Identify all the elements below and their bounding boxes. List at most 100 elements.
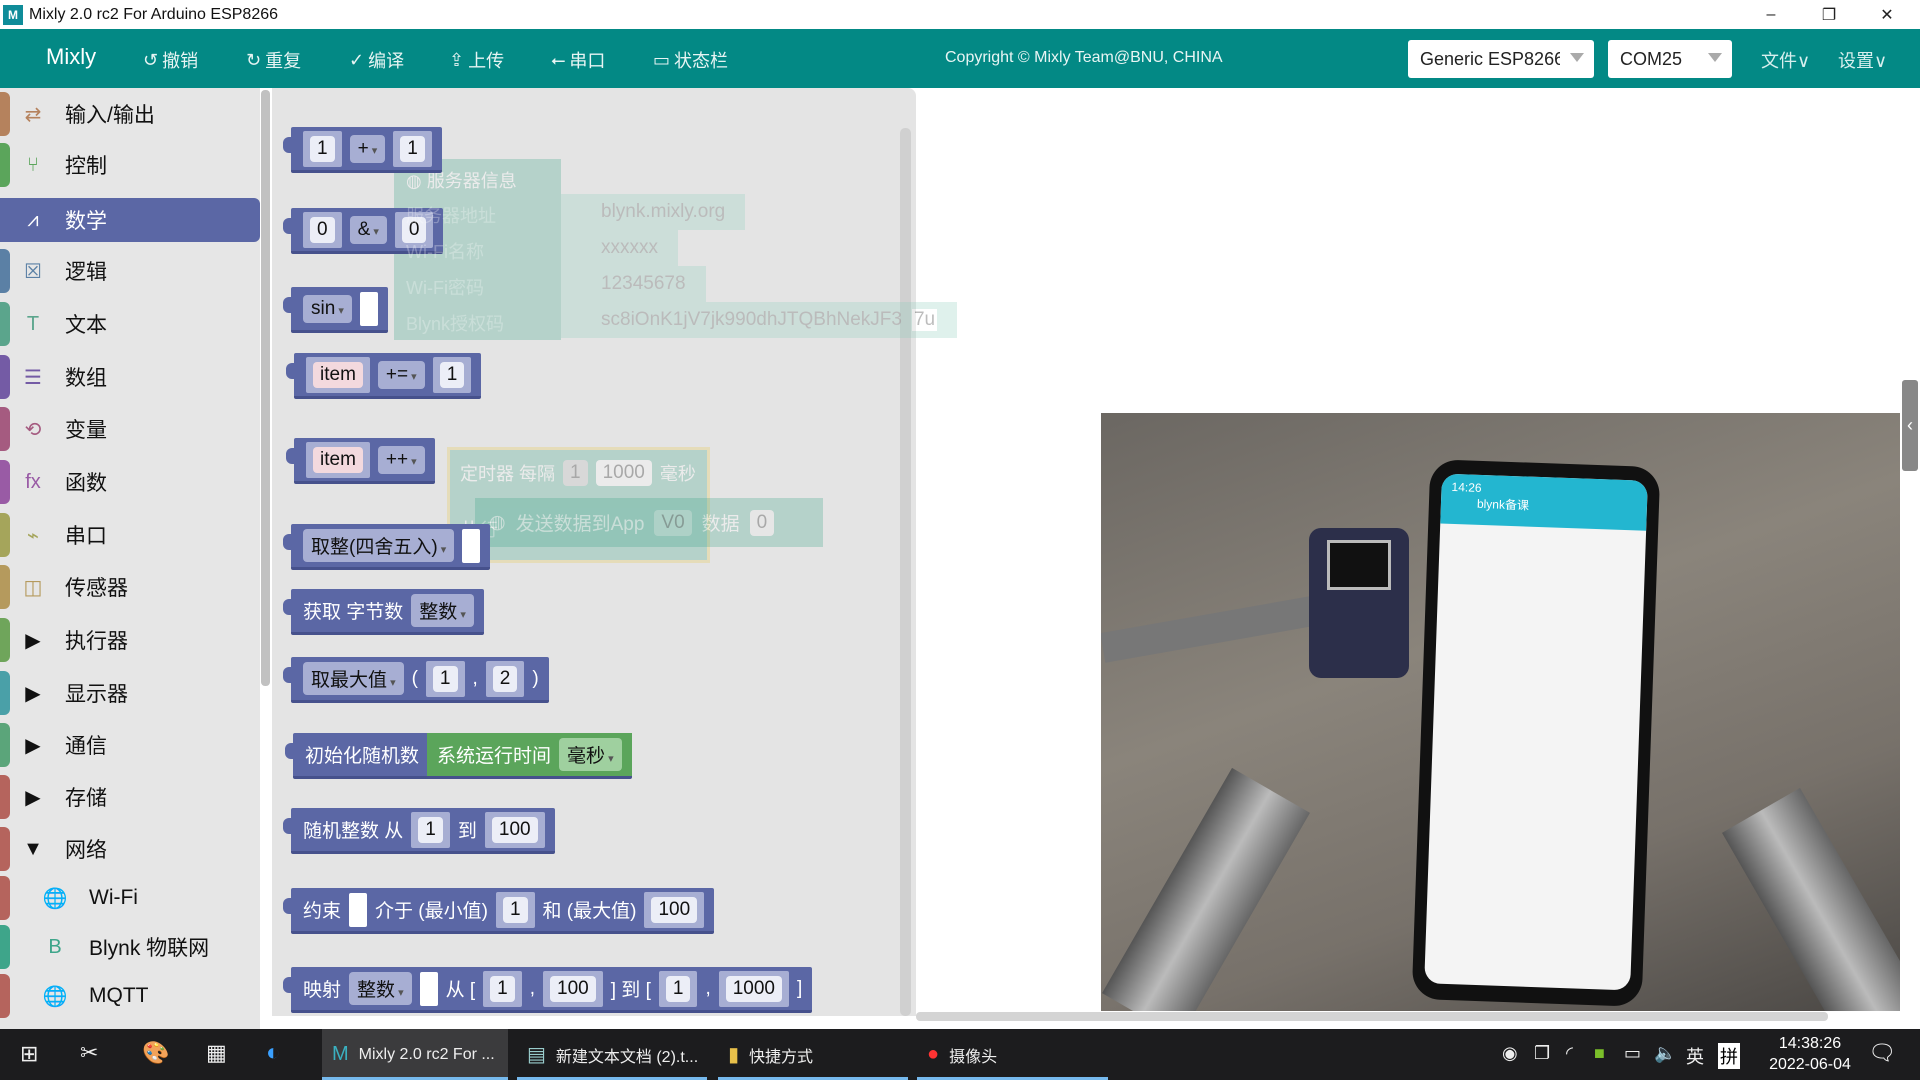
flyout-scrollbar[interactable] — [900, 128, 911, 1016]
block-dropdown[interactable]: + — [349, 134, 386, 163]
block-dropdown[interactable]: 整数 — [349, 972, 412, 1005]
port-select[interactable]: COM25 — [1608, 40, 1732, 78]
ime-mode[interactable]: 拼 — [1718, 1043, 1740, 1069]
sidebar-item[interactable]: B Blynk 物联网 — [0, 925, 260, 969]
settings-menu[interactable]: 设置∨ — [1838, 47, 1887, 73]
sidebar-item[interactable]: ▶ 存储 — [0, 775, 260, 819]
browser-icon[interactable]: ◐ — [266, 1039, 281, 1067]
sidebar-item[interactable]: ▶ 执行器 — [0, 618, 260, 662]
notification-icon[interactable]: 🗨 — [1868, 1040, 1896, 1066]
minimize-button[interactable]: – — [1742, 0, 1800, 29]
wifi-icon[interactable]: ◜ — [1566, 1043, 1573, 1064]
number-field[interactable]: 100 — [651, 896, 698, 923]
sidebar-item[interactable]: fx 函数 — [0, 460, 260, 504]
number-field[interactable]: 1 — [490, 975, 515, 1002]
math-block[interactable]: item ++ — [286, 438, 435, 484]
windows-start-icon[interactable]: ⊞ — [20, 1041, 38, 1067]
sidebar-item[interactable]: 🌐 Wi-Fi — [0, 876, 260, 920]
volume-icon[interactable]: 🔈 — [1654, 1043, 1676, 1064]
taskbar-item[interactable]: ▤ 新建文本文档 (2).t... — [517, 1029, 707, 1080]
number-field[interactable]: 1000 — [725, 975, 782, 1002]
undo-button[interactable]: ↺ 撤销 — [143, 47, 198, 73]
workspace-horizontal-scrollbar[interactable] — [916, 1012, 1828, 1021]
brand[interactable]: Mixly — [46, 44, 96, 70]
board-select[interactable]: Generic ESP8266 — [1408, 40, 1594, 78]
number-field[interactable]: 1 — [665, 975, 691, 1002]
sidebar-item[interactable]: ◫ 传感器 — [0, 565, 260, 609]
block-dropdown[interactable]: 取整(四舍五入) — [303, 529, 455, 562]
sidebar-item[interactable]: ☰ 数组 — [0, 355, 260, 399]
math-block[interactable]: 取最大值 (1, 2) — [283, 657, 549, 703]
block-empty-socket[interactable] — [462, 528, 481, 563]
redo-button[interactable]: ↻ 重复 — [246, 47, 301, 73]
block-dropdown[interactable]: ++ — [377, 445, 425, 474]
number-field[interactable]: 100 — [491, 816, 538, 843]
sidebar-item[interactable]: ⩘ 数学 — [0, 198, 260, 242]
math-block[interactable]: 约束 介于 (最小值) 1 和 (最大值) 100 — [282, 888, 715, 934]
block-dropdown[interactable]: & — [349, 215, 387, 244]
sidebar-scrollbar[interactable] — [261, 90, 270, 686]
taskbar-item[interactable]: M Mixly 2.0 rc2 For ... — [322, 1029, 508, 1080]
system-time-block[interactable]: 系统运行时间 毫秒 — [427, 733, 632, 776]
sidebar-item[interactable]: 🌐 MQTT — [0, 974, 260, 1018]
block-dropdown[interactable]: 取最大值 — [303, 662, 404, 695]
number-field[interactable]: 0 — [310, 216, 335, 243]
sidebar-item[interactable]: T 文本 — [0, 302, 260, 346]
number-field[interactable]: 1 — [418, 816, 443, 843]
sidebar-item[interactable]: ▼ 网络 — [0, 827, 260, 871]
paint-icon[interactable]: 🎨 — [142, 1040, 169, 1066]
sidebar-item[interactable]: ☒ 逻辑 — [0, 249, 260, 293]
math-block[interactable]: sin — [283, 287, 388, 333]
collapse-panel-handle[interactable]: ‹ — [1902, 380, 1918, 471]
math-block[interactable]: 1 +1 — [283, 127, 442, 173]
clock[interactable]: 14:38:26 2022-06-04 — [1760, 1033, 1860, 1075]
block-empty-socket[interactable] — [359, 291, 378, 326]
file-menu[interactable]: 文件∨ — [1761, 47, 1810, 73]
battery-icon[interactable]: ▭ — [1624, 1043, 1641, 1064]
number-field[interactable]: 1 — [400, 135, 425, 162]
number-field[interactable]: 1 — [439, 361, 465, 388]
number-field[interactable]: 1 — [310, 135, 335, 162]
block-empty-socket[interactable] — [349, 892, 368, 927]
block-dropdown[interactable]: += — [377, 360, 425, 389]
compile-button[interactable]: ✓ 编译 — [349, 47, 404, 73]
variable-field[interactable]: item — [313, 446, 363, 473]
math-block[interactable]: 映射整数 从 [1, 100] 到 [1, 1000] — [282, 967, 813, 1013]
math-block[interactable]: 取整(四舍五入) — [282, 524, 491, 570]
sidebar-item[interactable]: ⇄ 输入/输出 — [0, 92, 260, 136]
math-block[interactable]: item += 1 — [285, 353, 482, 399]
block-input-slot: 1 — [658, 970, 698, 1007]
close-button[interactable]: ✕ — [1858, 0, 1916, 29]
sidebar-item[interactable]: ▶ 显示器 — [0, 671, 260, 715]
math-block[interactable]: 获取 字节数 整数 — [283, 589, 484, 635]
nvidia-icon[interactable]: ■ — [1594, 1043, 1605, 1064]
number-field[interactable]: 100 — [550, 975, 596, 1002]
maximize-button[interactable]: ❐ — [1800, 0, 1858, 29]
ime-language[interactable]: 英 — [1686, 1043, 1704, 1069]
block-input-slot: 1 — [432, 356, 472, 393]
serial-button[interactable]: ⭠ 串口 — [551, 47, 605, 73]
number-field[interactable]: 1 — [502, 896, 528, 923]
block-dropdown[interactable]: sin — [303, 294, 352, 323]
sidebar-item[interactable]: ⌁ 串口 — [0, 513, 260, 557]
block-empty-socket[interactable] — [419, 971, 438, 1006]
block-dropdown[interactable]: 整数 — [411, 594, 474, 627]
number-field[interactable]: 1 — [432, 665, 458, 692]
calculator-icon[interactable]: ▦ — [206, 1040, 227, 1066]
variable-field[interactable]: item — [313, 361, 363, 388]
block-input-slot: 1 — [495, 891, 535, 928]
upload-button[interactable]: ⇪ 上传 — [449, 47, 504, 73]
math-block[interactable]: 初始化随机数 系统运行时间 毫秒 — [285, 733, 632, 779]
math-block[interactable]: 随机整数 从 1 到 100 — [283, 808, 555, 854]
task-view-icon[interactable]: ❐ — [1534, 1043, 1550, 1064]
number-field[interactable]: 2 — [492, 665, 518, 692]
network-tray-icon[interactable]: ◉ — [1502, 1043, 1518, 1064]
statusbar-button[interactable]: ▭ 状态栏 — [653, 47, 728, 73]
sidebar-item[interactable]: ⑂ 控制 — [0, 143, 260, 187]
time-unit-dropdown[interactable]: 毫秒 — [559, 738, 622, 771]
sidebar-item[interactable]: ⟲ 变量 — [0, 407, 260, 451]
taskbar-item[interactable]: ▮ 快捷方式 — [718, 1029, 908, 1080]
sidebar-item[interactable]: ▶ 通信 — [0, 723, 260, 767]
taskbar-item[interactable]: ● 摄像头 — [917, 1029, 1108, 1080]
snipping-tool-icon[interactable]: ✂ — [80, 1040, 98, 1066]
